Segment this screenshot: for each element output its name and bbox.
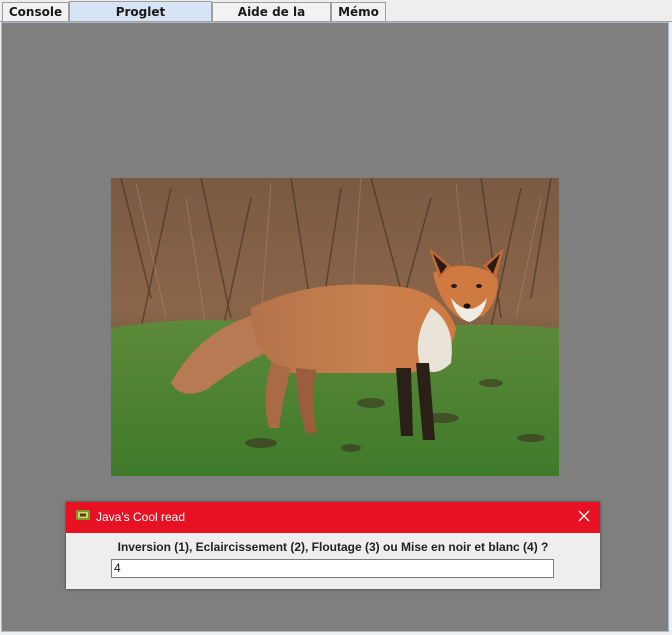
dialog-title: Java's Cool read xyxy=(96,510,186,524)
tab-console[interactable]: Console xyxy=(2,2,69,21)
tab-bar: Console Proglet codagePixels Aide de la … xyxy=(0,0,672,40)
tab-proglet-codagepixels[interactable]: Proglet codagePixels xyxy=(69,1,212,40)
dialog-titlebar[interactable]: Java's Cool read xyxy=(66,502,600,533)
read-dialog: Java's Cool read Inversion (1), Eclairci… xyxy=(66,502,600,589)
javascool-icon xyxy=(76,510,90,520)
tab-aide-proglet[interactable]: Aide de la proglet xyxy=(212,2,331,38)
answer-input[interactable]: 4 xyxy=(111,559,554,578)
close-icon xyxy=(578,510,590,522)
tab-memo[interactable]: Mémo xyxy=(331,2,386,21)
close-button[interactable] xyxy=(568,502,600,533)
dialog-prompt: Inversion (1), Eclaircissement (2), Flou… xyxy=(117,540,549,554)
fox-image xyxy=(111,178,559,476)
